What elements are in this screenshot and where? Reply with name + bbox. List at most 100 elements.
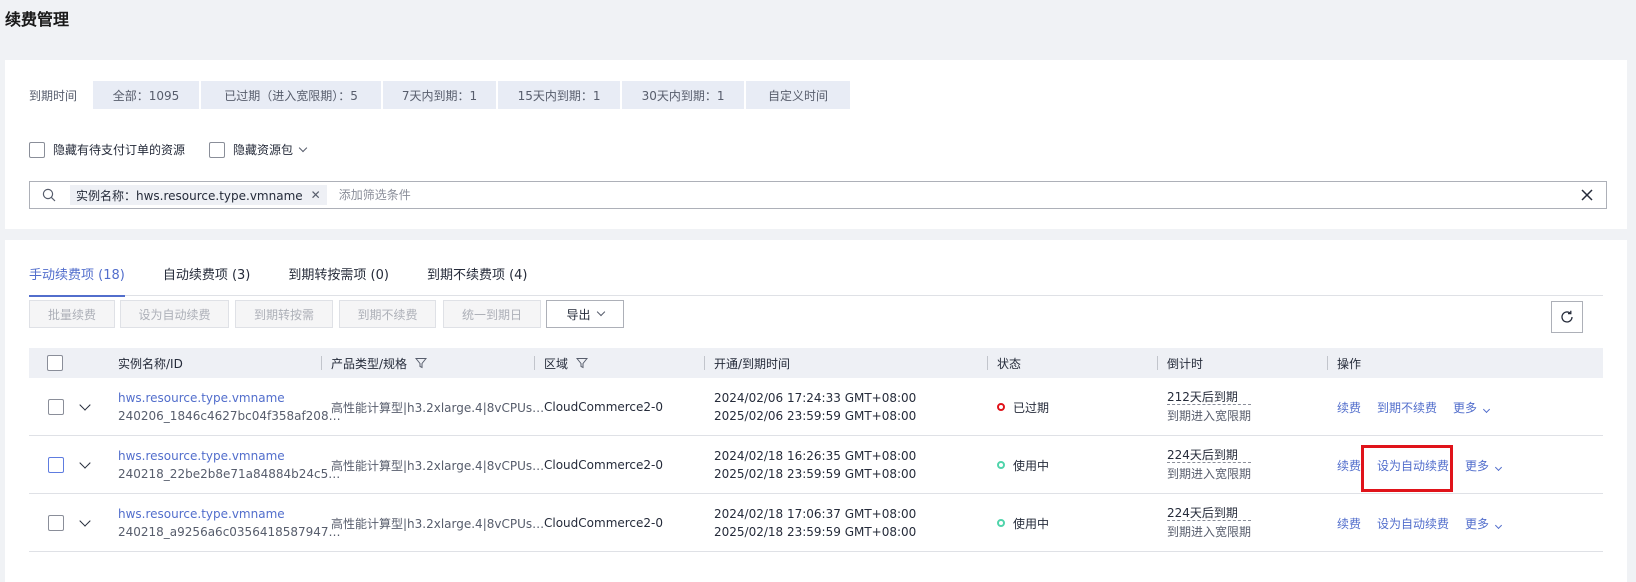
product-cell: 高性能计算型|h3.2xlarge.4|8vCPUs… — [331, 494, 544, 552]
status-label: 使用中 — [1013, 516, 1050, 531]
action-toolbar: 批量续费 设为自动续费 到期转按需 到期不续费 统一到期日 导出 — [29, 300, 1603, 330]
instance-cell: hws.resource.type.vmname 240218_22be2b8e… — [118, 436, 340, 494]
status-cell: 已过期 — [997, 378, 1049, 436]
more-dropdown[interactable]: 更多 — [1465, 457, 1503, 474]
more-dropdown[interactable]: 更多 — [1465, 515, 1503, 532]
status-badge: 使用中 — [997, 457, 1049, 474]
due-chip-7days[interactable]: 7天内到期：1 — [383, 81, 497, 109]
expand-chevron-icon[interactable] — [79, 515, 91, 527]
search-input[interactable] — [338, 188, 1574, 202]
more-label: 更多 — [1465, 458, 1490, 473]
header-region: 区域 — [544, 348, 589, 378]
row-checkbox[interactable] — [48, 399, 64, 415]
due-chip-expired[interactable]: 已过期（进入宽限期）：5 — [201, 81, 382, 109]
filter-tag-label: 实例名称：hws.resource.type.vmname — [76, 188, 303, 203]
set-auto-renew-link[interactable]: 设为自动续费 — [1377, 515, 1449, 532]
table-row: hws.resource.type.vmname 240206_1846c462… — [29, 378, 1603, 436]
row-checkbox-cell — [48, 436, 64, 494]
due-chip-15days[interactable]: 15天内到期：1 — [498, 81, 621, 109]
column-divider — [987, 356, 988, 370]
countdown-cell: 224天后到期 到期进入宽限期 — [1167, 494, 1252, 552]
tab-auto-renewal[interactable]: 自动续费项 (3) — [163, 256, 251, 296]
countdown-value[interactable]: 224天后到期 — [1167, 506, 1252, 521]
renew-link[interactable]: 续费 — [1337, 515, 1361, 532]
more-label: 更多 — [1453, 400, 1478, 415]
time-cell: 2024/02/06 17:24:33 GMT+08:00 2025/02/06… — [714, 378, 916, 436]
tab-manual-renewal[interactable]: 手动续费项 (18) — [29, 256, 125, 297]
hide-pending-label: 隐藏有待支付订单的资源 — [53, 143, 186, 157]
renewal-tabs: 手动续费项 (18) 自动续费项 (3) 到期转按需项 (0) 到期不续费项 (… — [29, 256, 1603, 297]
filter-icon[interactable] — [415, 357, 428, 369]
no-renew-link[interactable]: 到期不续费 — [1377, 399, 1437, 416]
chevron-down-icon[interactable] — [298, 143, 308, 152]
renew-link[interactable]: 续费 — [1337, 457, 1361, 474]
due-chip-all[interactable]: 全部：1095 — [93, 81, 200, 109]
instance-id: 240218_a9256a6c0356418587947… — [118, 525, 341, 539]
close-icon[interactable]: ✕ — [311, 188, 321, 202]
expand-cell — [79, 494, 91, 552]
region-cell: CloudCommerce2-0 — [544, 494, 663, 552]
countdown-note: 到期进入宽限期 — [1167, 525, 1252, 539]
expire-time: 2025/02/18 23:59:59 GMT+08:00 — [714, 525, 917, 539]
select-all-checkbox[interactable] — [47, 355, 63, 371]
open-time: 2024/02/06 17:24:33 GMT+08:00 — [714, 391, 917, 405]
countdown-value[interactable]: 212天后到期 — [1167, 390, 1252, 405]
more-dropdown[interactable]: 更多 — [1453, 399, 1491, 416]
expand-chevron-icon[interactable] — [79, 399, 91, 411]
product-cell: 高性能计算型|h3.2xlarge.4|8vCPUs… — [331, 378, 544, 436]
hide-package-label: 隐藏资源包 — [233, 143, 294, 157]
tab-no-renewal[interactable]: 到期不续费项 (4) — [427, 256, 528, 296]
to-ondemand-button[interactable]: 到期转按需 — [235, 300, 333, 328]
region-cell: CloudCommerce2-0 — [544, 378, 663, 436]
header-status: 状态 — [997, 356, 1022, 371]
row-checkbox-cell — [48, 494, 64, 552]
due-time-filter: 到期时间 全部：1095 已过期（进入宽限期）：5 7天内到期：1 15天内到期… — [29, 81, 852, 109]
chevron-down-icon — [596, 307, 605, 317]
hide-pending-checkbox[interactable]: 隐藏有待支付订单的资源 — [29, 141, 185, 158]
export-button[interactable]: 导出 — [546, 300, 624, 328]
renew-link[interactable]: 续费 — [1337, 399, 1361, 416]
instance-name-link[interactable]: hws.resource.type.vmname — [118, 391, 341, 405]
ops-cell: 续费 设为自动续费 更多 — [1337, 494, 1517, 552]
header-name: 实例名称/ID — [118, 356, 183, 371]
instance-name-link[interactable]: hws.resource.type.vmname — [118, 507, 341, 521]
filter-icon[interactable] — [576, 357, 589, 369]
set-auto-renew-button[interactable]: 设为自动续费 — [120, 300, 229, 328]
column-divider — [534, 356, 535, 370]
expire-time: 2025/02/18 23:59:59 GMT+08:00 — [714, 467, 917, 481]
chevron-down-icon — [1495, 521, 1503, 529]
no-renew-button[interactable]: 到期不续费 — [339, 300, 436, 328]
instance-cell: hws.resource.type.vmname 240206_1846c462… — [118, 378, 341, 436]
expand-chevron-icon[interactable] — [79, 457, 91, 469]
header-ops: 操作 — [1337, 356, 1362, 371]
batch-renew-button[interactable]: 批量续费 — [29, 300, 115, 328]
row-checkbox[interactable] — [48, 457, 64, 473]
table-header: 实例名称/ID 产品类型/规格 区域 开通/到期时间 状态 倒计时 操作 — [29, 348, 1603, 378]
unify-date-button[interactable]: 统一到期日 — [443, 300, 541, 328]
header-region-label: 区域 — [544, 356, 569, 371]
chevron-down-icon — [1495, 463, 1503, 471]
column-divider — [321, 356, 322, 370]
status-label: 已过期 — [1013, 400, 1050, 415]
search-icon — [42, 184, 64, 206]
due-chip-30days[interactable]: 30天内到期：1 — [622, 81, 745, 109]
open-time: 2024/02/18 17:06:37 GMT+08:00 — [714, 507, 917, 521]
search-filter-bar[interactable]: 实例名称：hws.resource.type.vmname ✕ — [29, 181, 1607, 209]
status-dot-icon — [997, 403, 1005, 411]
instance-name-link[interactable]: hws.resource.type.vmname — [118, 449, 340, 463]
countdown-cell: 224天后到期 到期进入宽限期 — [1167, 436, 1252, 494]
due-chip-custom[interactable]: 自定义时间 — [746, 81, 851, 109]
countdown-value[interactable]: 224天后到期 — [1167, 448, 1252, 463]
clear-icon[interactable] — [1574, 182, 1600, 208]
product-spec: 高性能计算型|h3.2xlarge.4|8vCPUs… — [331, 458, 545, 473]
checkbox-box[interactable] — [209, 141, 226, 158]
refresh-button[interactable] — [1551, 301, 1583, 333]
row-checkbox[interactable] — [48, 515, 64, 531]
tab-ondemand-on-expiry[interactable]: 到期转按需项 (0) — [288, 256, 389, 296]
time-cell: 2024/02/18 17:06:37 GMT+08:00 2025/02/18… — [714, 494, 916, 552]
checkbox-box[interactable] — [29, 141, 45, 158]
status-badge: 已过期 — [997, 399, 1049, 416]
hide-package-checkbox[interactable]: 隐藏资源包 — [209, 141, 308, 158]
table-row: hws.resource.type.vmname 240218_a9256a6c… — [29, 494, 1603, 552]
page-title: 续费管理 — [5, 10, 70, 29]
